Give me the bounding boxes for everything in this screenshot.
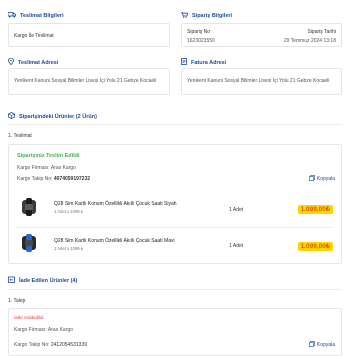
tracking-label: Kargo Takip No:	[17, 176, 53, 182]
product-price: 1.099,00₺	[297, 205, 333, 214]
return-carrier-label: Kargo Firması:	[14, 327, 47, 333]
order-products-title: Siparişindeki Ürünler (2 Ürün)	[19, 113, 97, 120]
carrier-label: Kargo Firması:	[17, 165, 50, 171]
order-info-header: Sipariş Bilgileri	[181, 12, 232, 20]
copy-icon	[309, 341, 315, 349]
invoice-address-box: Yenikent Kanuni Sosyal Bilimler Lisesi İ…	[181, 68, 342, 95]
carrier-line: Kargo Firması: Aras Kargo	[17, 165, 76, 171]
tracking-value: 4074059197232	[53, 176, 91, 182]
order-info-box: Sipariş No 1623023550 Sipariş Tarihi 29 …	[181, 23, 342, 47]
invoice-address-text: Yenikent Kanuni Sosyal Bilimler Lisesi İ…	[187, 78, 330, 84]
divider	[8, 124, 342, 125]
delivery-address-title: Teslimat Adresi	[18, 59, 59, 66]
product-price-badge: 1.099,00₺	[297, 242, 333, 251]
order-date-value: 29 Temmuz 2024 13:18	[283, 38, 336, 44]
delivery-group-label: 1. Teslimat	[8, 133, 32, 139]
copy-icon	[309, 175, 315, 183]
delivery-card: Siparişiniz Teslim Edildi Kargo Firması:…	[8, 144, 342, 264]
delivery-info-title: Teslimat Bilgileri	[20, 13, 64, 19]
return-tracking-label: Kargo Takip No:	[14, 342, 50, 348]
return-box-icon	[8, 276, 15, 285]
return-card: İade reddedildi Kargo Firması: Aras Karg…	[8, 308, 342, 356]
order-date-label: Sipariş Tarihi	[307, 29, 336, 35]
invoice-address-title: Fatura Adresi	[191, 59, 227, 66]
order-info-title: Sipariş Bilgileri	[192, 13, 233, 19]
product-unit-price: 1 Adet x 1099 ₺	[54, 246, 84, 251]
copy-label: Kopyala	[316, 176, 335, 182]
location-pin-icon	[8, 57, 14, 67]
product-price: 1.099,00₺	[297, 242, 333, 251]
returns-header: İade Edilen Ürünler (4)	[8, 276, 77, 285]
delivery-address-header: Teslimat Adresi	[8, 57, 59, 67]
product-image[interactable]	[17, 195, 41, 219]
product-name[interactable]: Q28 Sim Kartlı Konum Özellikli Akıllı Ço…	[54, 201, 177, 207]
product-unit-price: 1 Adet x 1099 ₺	[54, 209, 84, 214]
truck-icon	[7, 12, 16, 20]
returns-title: İade Edilen Ürünler (4)	[19, 277, 78, 284]
product-image[interactable]	[17, 231, 41, 255]
return-tracking-value: 2412054531339	[50, 342, 88, 348]
product-quantity: 1 Adet	[229, 207, 244, 213]
return-copy-tracking-button[interactable]: Kopyala	[309, 341, 335, 349]
copy-tracking-button[interactable]: Kopyala	[309, 175, 335, 183]
package-icon	[8, 112, 15, 121]
return-carrier-line: Kargo Firması: Aras Kargo	[14, 327, 73, 333]
cart-icon	[181, 12, 189, 20]
delivery-info-box: Kargo İle Teslimat	[8, 23, 170, 47]
product-price-badge: 1.099,00₺	[297, 205, 333, 214]
return-group-label: 1. Talep	[8, 298, 26, 304]
tracking-line: Kargo Takip No: 4074059197232	[17, 176, 90, 182]
invoice-icon	[181, 58, 187, 67]
carrier-value: Aras Kargo	[50, 165, 76, 171]
order-number-value: 1623023550	[187, 38, 215, 44]
copy-label: Kopyala	[316, 342, 335, 348]
delivery-info-header: Teslimat Bilgileri	[7, 12, 64, 20]
delivery-address-text: Yenikent Kanuni Sosyal Bilimler Lisesi İ…	[14, 78, 157, 84]
order-number-label: Sipariş No	[187, 29, 211, 35]
return-carrier-value: Aras Kargo	[47, 327, 73, 333]
divider	[8, 289, 342, 290]
order-products-header: Siparişindeki Ürünler (2 Ürün)	[8, 112, 97, 121]
divider	[17, 227, 333, 228]
product-quantity: 1 Adet	[229, 243, 244, 249]
delivery-status: Siparişiniz Teslim Edildi	[17, 153, 80, 159]
invoice-address-header: Fatura Adresi	[181, 58, 226, 67]
return-tracking-line: Kargo Takip No: 2412054531339	[14, 342, 87, 348]
return-status: İade reddedildi	[14, 315, 44, 320]
product-name[interactable]: Q28 Sim Kartlı Konum Özellikli Akıllı Ço…	[54, 238, 175, 244]
delivery-address-box: Yenikent Kanuni Sosyal Bilimler Lisesi İ…	[8, 68, 170, 95]
delivery-method: Kargo İle Teslimat	[14, 33, 54, 39]
